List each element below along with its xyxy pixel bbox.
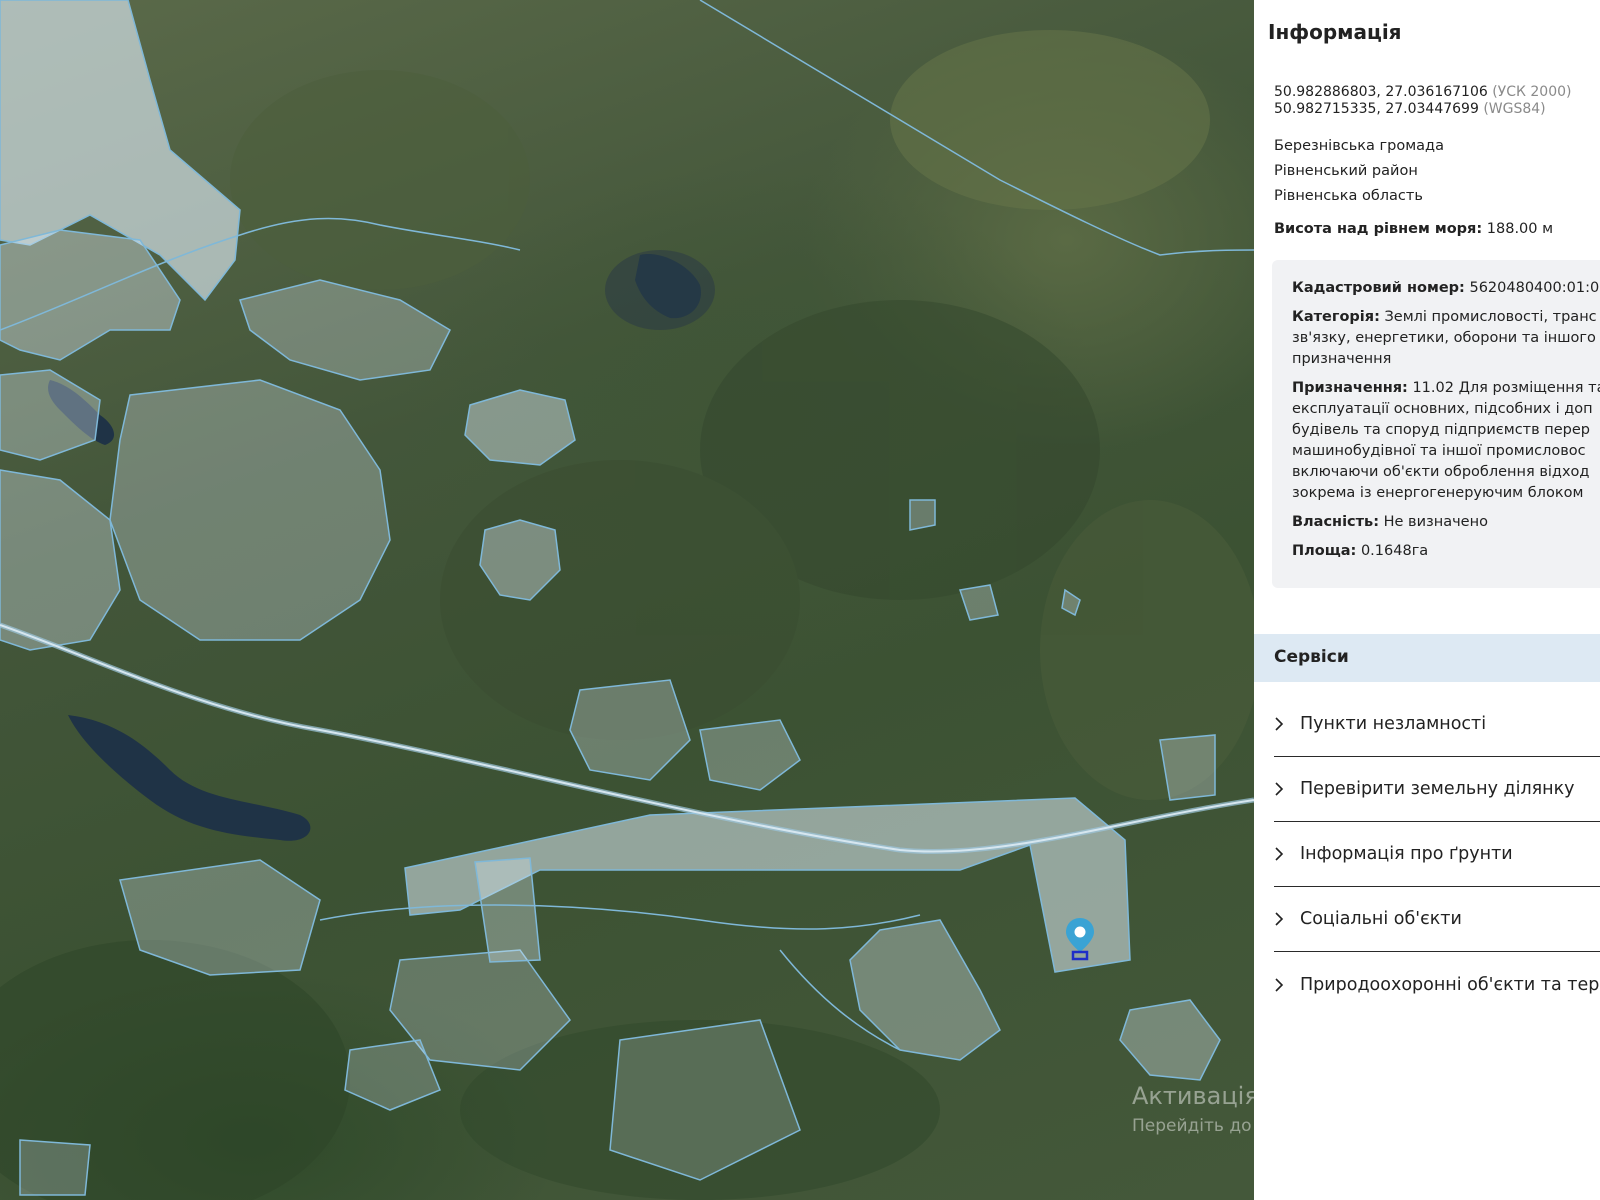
coords-system: (УСК 2000) xyxy=(1492,84,1572,100)
purpose-text: зокрема із енергогенеруючим блоком xyxy=(1292,485,1584,501)
chevron-right-icon xyxy=(1274,977,1300,992)
service-item-check-parcel[interactable]: Перевірити земельну ділянку xyxy=(1274,757,1600,822)
coords-value: 50.982886803, 27.036167106 xyxy=(1274,84,1488,100)
service-item-resilience-points[interactable]: Пункти незламності xyxy=(1274,692,1600,757)
purpose-text: машинобудівної та іншої промисловос xyxy=(1292,443,1586,459)
category-text: зв'язку, енергетики, оборони та іншого xyxy=(1292,330,1596,346)
service-item-social-objects[interactable]: Соціальні об'єкти xyxy=(1274,887,1600,952)
area-label: Площа: xyxy=(1292,543,1357,559)
purpose-text: 11.02 Для розміщення та xyxy=(1412,380,1600,396)
coords-system: (WGS84) xyxy=(1483,101,1546,117)
services-header: Сервіси xyxy=(1254,634,1600,682)
coords-wgs84: 50.982715335, 27.03447699 (WGS84) xyxy=(1274,101,1571,118)
satellite-map[interactable]: Активація Windows Перейдіть до розділу "… xyxy=(0,0,1254,1200)
service-label: Соціальні об'єкти xyxy=(1300,909,1462,929)
admin-units: Березнівська громада Рівненський район Р… xyxy=(1274,134,1444,209)
elevation-value: 188.00 м xyxy=(1486,221,1554,237)
services-list: Пункти незламності Перевірити земельну д… xyxy=(1274,692,1600,1017)
location-pin-icon[interactable] xyxy=(1063,916,1097,962)
map-layer xyxy=(0,0,1254,1200)
cadastral-label: Кадастровий номер: xyxy=(1292,280,1465,296)
coords-usk2000: 50.982886803, 27.036167106 (УСК 2000) xyxy=(1274,84,1571,101)
service-item-soil-info[interactable]: Інформація про ґрунти xyxy=(1274,822,1600,887)
chevron-right-icon xyxy=(1274,717,1300,731)
service-label: Інформація про ґрунти xyxy=(1300,844,1513,864)
service-label: Пункти незламності xyxy=(1300,714,1487,734)
region: Рівненська область xyxy=(1274,188,1423,204)
elevation: Висота над рівнем моря: 188.00 м xyxy=(1274,221,1553,237)
purpose-text: включаючи об'єкти оброблення відход xyxy=(1292,464,1590,480)
coordinates-block: 50.982886803, 27.036167106 (УСК 2000) 50… xyxy=(1274,84,1571,118)
elevation-label: Висота над рівнем моря: xyxy=(1274,221,1483,237)
cadastral-row: Кадастровий номер: 5620480400:01:012 xyxy=(1292,278,1600,299)
district: Рівненський район xyxy=(1274,163,1418,179)
service-label: Перевірити земельну ділянку xyxy=(1300,779,1575,799)
purpose-label: Призначення: xyxy=(1292,380,1408,396)
parcel-card: Кадастровий номер: 5620480400:01:012 Кат… xyxy=(1272,260,1600,588)
panel-title: Інформація xyxy=(1268,20,1402,44)
info-panel: Інформація 50.982886803, 27.036167106 (У… xyxy=(1254,0,1600,1200)
purpose-text: експлуатації основних, підсобних і доп xyxy=(1292,401,1593,417)
purpose-text: будівель та споруд підприємств перер xyxy=(1292,422,1590,438)
chevron-right-icon xyxy=(1274,912,1300,926)
category-text: Землі промисловості, транс xyxy=(1384,309,1597,325)
service-item-nature-protection[interactable]: Природоохоронні об'єкти та тер xyxy=(1274,952,1600,1017)
coords-value: 50.982715335, 27.03447699 xyxy=(1274,101,1479,117)
area-row: Площа: 0.1648га xyxy=(1292,541,1600,562)
ownership-value: Не визначено xyxy=(1383,514,1488,530)
area-value: 0.1648га xyxy=(1360,543,1429,559)
category-label: Категорія: xyxy=(1292,309,1380,325)
ownership-label: Власність: xyxy=(1292,514,1380,530)
purpose-row: Призначення: 11.02 Для розміщення та екс… xyxy=(1292,378,1600,504)
cadastral-value: 5620480400:01:012 xyxy=(1469,280,1600,296)
category-text: призначення xyxy=(1292,351,1392,367)
community: Березнівська громада xyxy=(1274,138,1444,154)
ownership-row: Власність: Не визначено xyxy=(1292,512,1600,533)
category-row: Категорія: Землі промисловості, транс зв… xyxy=(1292,307,1600,370)
service-label: Природоохоронні об'єкти та тер xyxy=(1300,974,1600,995)
chevron-right-icon xyxy=(1274,847,1300,861)
chevron-right-icon xyxy=(1274,782,1300,796)
